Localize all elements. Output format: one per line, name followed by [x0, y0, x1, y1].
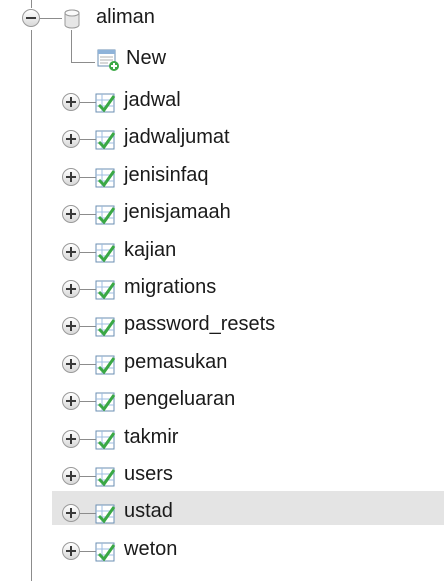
database-icon	[64, 9, 80, 29]
tree-connector	[71, 62, 95, 63]
tree-node-table[interactable]: jadwal	[0, 80, 444, 114]
table-name[interactable]: password_resets	[124, 312, 275, 336]
table-icon[interactable]	[94, 241, 118, 265]
table-icon[interactable]	[94, 166, 118, 190]
table-icon[interactable]	[94, 540, 118, 564]
tree-node-table[interactable]: pengeluaran	[0, 379, 444, 413]
table-icon[interactable]	[94, 278, 118, 302]
expand-icon[interactable]	[62, 467, 80, 485]
table-name[interactable]: kajian	[124, 238, 176, 262]
expand-icon[interactable]	[62, 430, 80, 448]
tree-node-table[interactable]: kajian	[0, 230, 444, 264]
tree-node-table[interactable]: weton	[0, 529, 444, 563]
expand-icon[interactable]	[62, 280, 80, 298]
tree-node-table[interactable]: password_resets	[0, 304, 444, 338]
tree-node-table[interactable]: migrations	[0, 267, 444, 301]
table-icon[interactable]	[94, 353, 118, 377]
expand-icon[interactable]	[62, 317, 80, 335]
table-name[interactable]: weton	[124, 537, 177, 561]
expand-icon[interactable]	[62, 542, 80, 560]
tree-node-table[interactable]: ustad	[52, 491, 444, 525]
table-icon[interactable]	[94, 465, 118, 489]
expand-icon[interactable]	[62, 355, 80, 373]
table-icon[interactable]	[94, 128, 118, 152]
table-icon[interactable]	[94, 502, 118, 526]
table-icon[interactable]	[94, 91, 118, 115]
navigation-tree: aliman New jadwal jadwaljumat jenisinfaq je…	[0, 0, 444, 581]
expand-icon[interactable]	[62, 130, 80, 148]
tree-node-table[interactable]: jadwaljumat	[0, 117, 444, 151]
database-name[interactable]: aliman	[96, 5, 155, 29]
new-label[interactable]: New	[126, 46, 166, 70]
expand-icon[interactable]	[62, 392, 80, 410]
tree-node-table[interactable]: pemasukan	[0, 342, 444, 376]
tree-node-table[interactable]: jenisjamaah	[0, 192, 444, 226]
tree-node-database[interactable]: aliman	[0, 0, 444, 34]
expand-icon[interactable]	[62, 168, 80, 186]
collapse-icon[interactable]	[22, 9, 40, 27]
expand-icon[interactable]	[62, 243, 80, 261]
expand-icon[interactable]	[62, 205, 80, 223]
table-name[interactable]: pengeluaran	[124, 387, 235, 411]
tree-node-table[interactable]: jenisinfaq	[0, 155, 444, 189]
tree-node-table[interactable]: users	[0, 454, 444, 488]
table-icon[interactable]	[94, 203, 118, 227]
table-name[interactable]: migrations	[124, 275, 216, 299]
tree-connector	[40, 18, 62, 19]
table-name[interactable]: users	[124, 462, 173, 486]
table-name[interactable]: jadwaljumat	[124, 125, 230, 149]
new-table-icon	[97, 49, 119, 71]
table-icon[interactable]	[94, 315, 118, 339]
tree-node-new[interactable]: New	[0, 40, 444, 74]
table-icon[interactable]	[94, 390, 118, 414]
table-icon[interactable]	[94, 428, 118, 452]
table-name[interactable]: jenisjamaah	[124, 200, 231, 224]
expand-icon[interactable]	[62, 504, 80, 522]
table-name[interactable]: jenisinfaq	[124, 163, 209, 187]
table-name[interactable]: takmir	[124, 425, 178, 449]
table-name[interactable]: pemasukan	[124, 350, 227, 374]
expand-icon[interactable]	[62, 93, 80, 111]
table-name[interactable]: jadwal	[124, 88, 181, 112]
table-name[interactable]: ustad	[124, 499, 173, 523]
tree-node-table[interactable]: takmir	[0, 417, 444, 451]
